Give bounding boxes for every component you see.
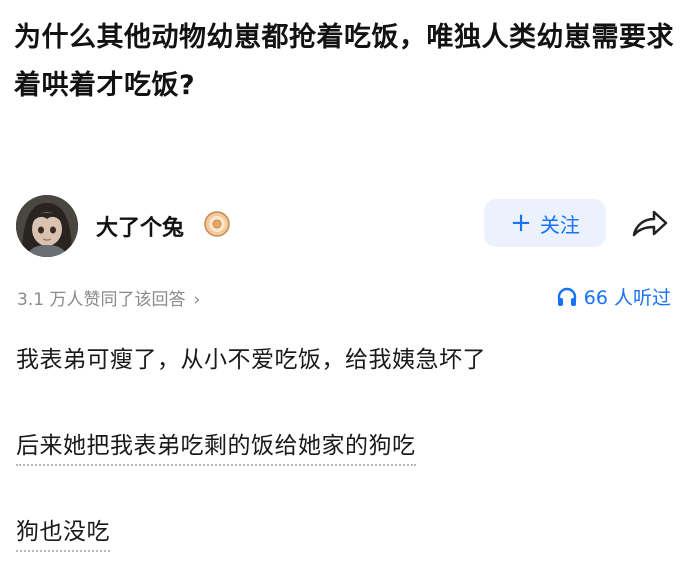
- follow-label: 关注: [539, 212, 580, 237]
- meta-row: 3.1 万人赞同了该回答 › 66 人听过: [0, 283, 687, 311]
- listen-count: 66 人听过: [583, 287, 671, 309]
- question-title[interactable]: 为什么其他动物幼崽都抢着吃饭，唯独人类幼崽需要求着哄着才吃饭?: [14, 14, 674, 110]
- plus-icon: +: [510, 208, 532, 238]
- avatar[interactable]: [16, 195, 78, 257]
- listen-info[interactable]: 66 人听过: [556, 283, 671, 310]
- answer-page: 为什么其他动物幼崽都抢着吃饭，唯独人类幼崽需要求着哄着才吃饭? 大了个兔 + 关…: [0, 0, 687, 583]
- author-row: 大了个兔 + 关注: [0, 193, 687, 259]
- answer-paragraph[interactable]: 狗也没吃: [16, 512, 110, 552]
- author-name[interactable]: 大了个兔: [96, 210, 184, 242]
- chevron-right-icon: ›: [193, 290, 201, 310]
- headphones-icon: [557, 287, 576, 306]
- share-arrow-icon[interactable]: [630, 207, 670, 241]
- follow-button[interactable]: + 关注: [484, 199, 606, 247]
- donut-badge-icon: [203, 210, 231, 238]
- answer-paragraph[interactable]: 后来她把我表弟吃剩的饭给她家的狗吃: [16, 426, 416, 466]
- upvote-info[interactable]: 3.1 万人赞同了该回答 ›: [17, 285, 200, 310]
- answer-paragraph: 我表弟可瘦了，从小不爱吃饭，给我姨急坏了: [16, 347, 486, 373]
- upvote-text: 3.1 万人赞同了该回答: [17, 290, 186, 310]
